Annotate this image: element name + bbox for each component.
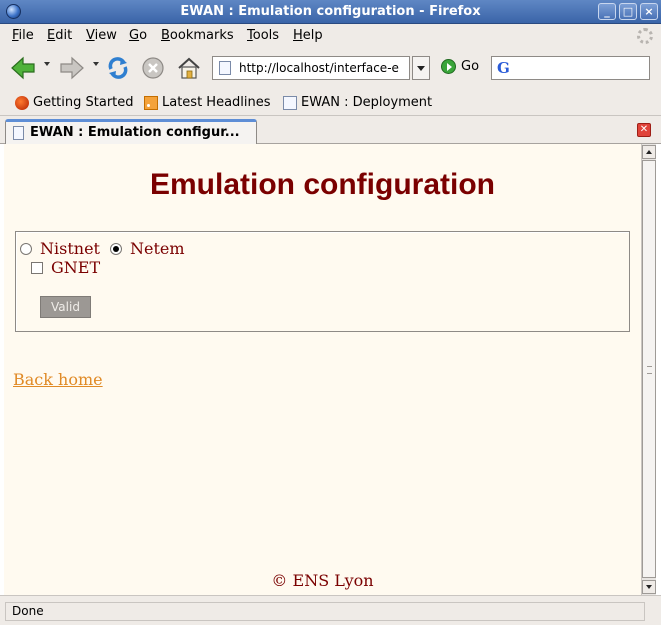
menu-go[interactable]: Go <box>129 28 147 43</box>
page-footer: © ENS Lyon <box>271 571 374 590</box>
menu-view[interactable]: View <box>86 28 117 43</box>
bookmark-label: Getting Started <box>33 95 134 110</box>
bookmark-latest-headlines[interactable]: Latest Headlines <box>144 95 271 110</box>
address-history-dropdown[interactable] <box>412 56 430 80</box>
radio-nistnet-label: Nistnet <box>40 239 100 258</box>
page-icon <box>13 126 24 140</box>
page-icon <box>283 95 297 110</box>
maximize-button[interactable]: □ <box>619 3 637 20</box>
home-icon <box>178 57 200 79</box>
vertical-scrollbar[interactable] <box>641 144 656 595</box>
go-icon <box>441 59 456 74</box>
back-history-dropdown[interactable] <box>44 62 50 66</box>
valid-button[interactable]: Valid <box>40 296 91 318</box>
radio-netem[interactable] <box>109 242 122 255</box>
scroll-up-button[interactable] <box>642 145 656 159</box>
status-bar: Done <box>0 595 661 625</box>
reload-button[interactable] <box>104 54 132 82</box>
firefox-icon <box>15 95 29 110</box>
forward-arrow-icon <box>60 56 84 80</box>
scroll-down-button[interactable] <box>642 580 656 594</box>
bookmarks-toolbar: Getting Started Latest Headlines EWAN : … <box>0 88 661 116</box>
back-home-link[interactable]: Back home <box>13 370 103 389</box>
checkbox-gnet-label: GNET <box>51 258 101 277</box>
bookmark-label: EWAN : Deployment <box>301 95 433 110</box>
scroll-thumb[interactable] <box>642 160 656 578</box>
menu-file[interactable]: File <box>12 28 34 43</box>
page-icon <box>219 61 231 75</box>
radio-nistnet[interactable] <box>20 242 32 255</box>
close-tab-button[interactable]: ✕ <box>637 123 651 137</box>
address-text: http://localhost/interface-e <box>239 61 399 75</box>
bookmark-label: Latest Headlines <box>162 95 271 110</box>
bookmark-ewan-deployment[interactable]: EWAN : Deployment <box>283 95 432 110</box>
emulator-radio-group: Nistnet Netem <box>20 239 185 258</box>
tab-strip: EWAN : Emulation configur... <box>0 116 661 145</box>
close-window-button[interactable]: × <box>640 3 658 20</box>
search-input[interactable]: G <box>491 56 650 80</box>
go-label: Go <box>461 59 480 74</box>
page-content: Emulation configuration Nistnet Netem GN… <box>4 144 641 595</box>
menu-tools[interactable]: Tools <box>247 28 279 43</box>
tab-title: EWAN : Emulation configur... <box>30 125 240 140</box>
tab-emulation-configuration[interactable]: EWAN : Emulation configur... <box>5 119 257 145</box>
back-button[interactable] <box>8 54 38 82</box>
bookmark-getting-started[interactable]: Getting Started <box>15 95 134 110</box>
menu-bar: File Edit View Go Bookmarks Tools Help <box>0 24 661 48</box>
forward-history-dropdown[interactable] <box>93 62 99 66</box>
address-bar[interactable]: http://localhost/interface-e <box>212 56 410 80</box>
home-button[interactable] <box>175 54 203 82</box>
menu-help[interactable]: Help <box>293 28 323 43</box>
checkbox-gnet[interactable] <box>31 261 43 274</box>
page-heading: Emulation configuration <box>150 168 495 201</box>
menu-edit[interactable]: Edit <box>47 28 72 43</box>
back-arrow-icon <box>11 56 35 80</box>
gnet-option: GNET <box>31 258 100 277</box>
go-button[interactable]: Go <box>441 59 479 74</box>
radio-netem-label: Netem <box>129 239 185 258</box>
window-title: EWAN : Emulation configuration - Firefox <box>180 4 481 19</box>
stop-icon <box>142 57 164 79</box>
rss-icon <box>144 95 158 110</box>
status-text: Done <box>5 602 645 621</box>
stop-button[interactable] <box>140 54 166 82</box>
forward-button[interactable] <box>57 54 87 82</box>
throbber-icon <box>637 28 653 44</box>
reload-icon <box>108 57 128 79</box>
menu-bookmarks[interactable]: Bookmarks <box>161 28 234 43</box>
search-engine-icon[interactable]: G <box>497 59 510 77</box>
minimize-button[interactable]: _ <box>598 3 616 20</box>
window-titlebar: EWAN : Emulation configuration - Firefox… <box>0 0 661 24</box>
